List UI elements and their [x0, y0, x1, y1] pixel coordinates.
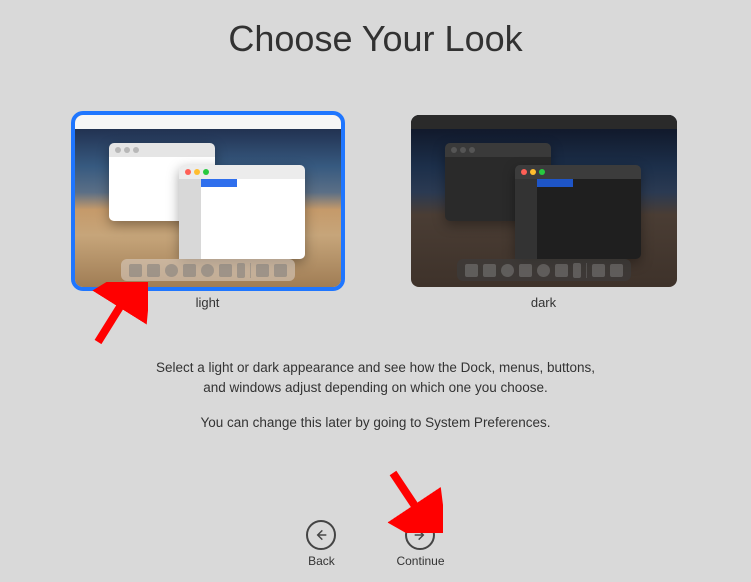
dock-preview — [457, 259, 631, 281]
light-label: light — [75, 295, 341, 310]
appearance-options: light dark — [0, 115, 751, 310]
page-title: Choose Your Look — [0, 0, 751, 60]
description-text: Select a light or dark appearance and se… — [0, 358, 751, 433]
dark-theme-thumbnail[interactable] — [411, 115, 677, 287]
desc-line-2: and windows adjust depending on which on… — [203, 380, 548, 395]
desc-line-3: You can change this later by going to Sy… — [0, 413, 751, 433]
option-dark: dark — [411, 115, 677, 310]
desc-line-1: Select a light or dark appearance and se… — [156, 360, 595, 375]
arrow-left-icon — [306, 520, 336, 550]
dark-label: dark — [411, 295, 677, 310]
continue-label: Continue — [396, 554, 444, 568]
option-light: light — [75, 115, 341, 310]
back-button[interactable]: Back — [306, 520, 336, 568]
arrow-right-icon — [405, 520, 435, 550]
dock-preview — [121, 259, 295, 281]
back-label: Back — [306, 554, 336, 568]
navigation-buttons: Back Continue — [0, 520, 751, 568]
continue-button[interactable]: Continue — [396, 520, 444, 568]
light-theme-thumbnail[interactable] — [75, 115, 341, 287]
